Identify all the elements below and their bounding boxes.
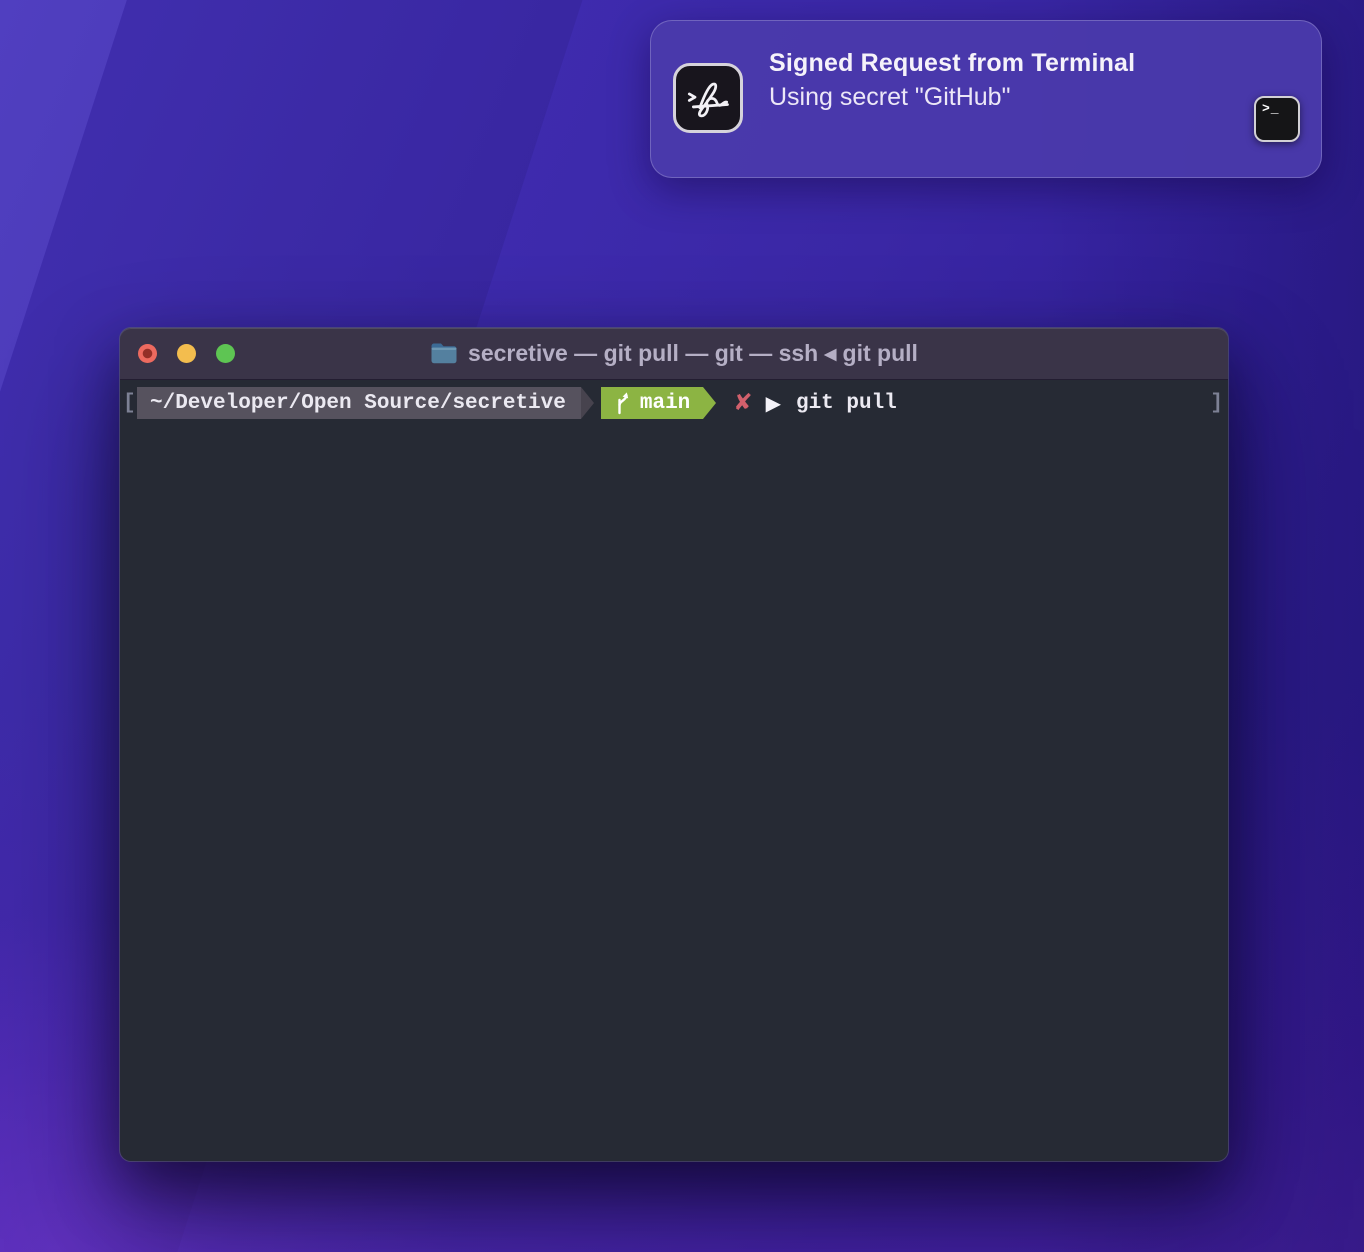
titlebar[interactable]: secretive — git pull — git — ssh ◂ git p… [120, 328, 1228, 380]
notification-subtitle: Using secret "GitHub" [769, 83, 1010, 112]
command-mark-close: ] [1210, 392, 1223, 415]
prompt-path-segment: ~/Developer/Open Source/secretive [137, 387, 581, 419]
minimize-button[interactable] [177, 344, 196, 363]
zoom-button[interactable] [216, 344, 235, 363]
dirty-status-icon: ✘ [733, 390, 752, 416]
terminal-window: secretive — git pull — git — ssh ◂ git p… [120, 328, 1228, 1161]
command-text: git pull [796, 392, 897, 415]
window-title: secretive — git pull — git — ssh ◂ git p… [430, 340, 918, 367]
terminal-app-icon-glyph: >_ [1262, 101, 1280, 116]
prompt-symbol-icon: ▶ [766, 391, 781, 415]
powerline-separator [581, 387, 594, 419]
git-branch-icon [614, 391, 631, 415]
terminal-content[interactable]: [ ~/Developer/Open Source/secretive main… [120, 380, 1228, 1161]
notification-banner[interactable]: Signed Request from Terminal Using secre… [650, 20, 1322, 178]
prompt-line: [ ~/Developer/Open Source/secretive main… [120, 387, 1228, 419]
powerline-separator [703, 387, 716, 419]
signature-glyph [682, 72, 734, 124]
prompt-branch-segment: main [601, 387, 703, 419]
close-button[interactable] [138, 344, 157, 363]
terminal-app-icon: >_ [1254, 96, 1300, 142]
traffic-lights [138, 328, 235, 379]
window-title-text: secretive — git pull — git — ssh ◂ git p… [468, 340, 918, 367]
command-mark-open: [ [123, 392, 136, 415]
secretive-signature-icon [673, 63, 743, 133]
branch-name: main [640, 392, 690, 415]
notification-title: Signed Request from Terminal [769, 49, 1135, 78]
folder-icon [430, 342, 458, 365]
